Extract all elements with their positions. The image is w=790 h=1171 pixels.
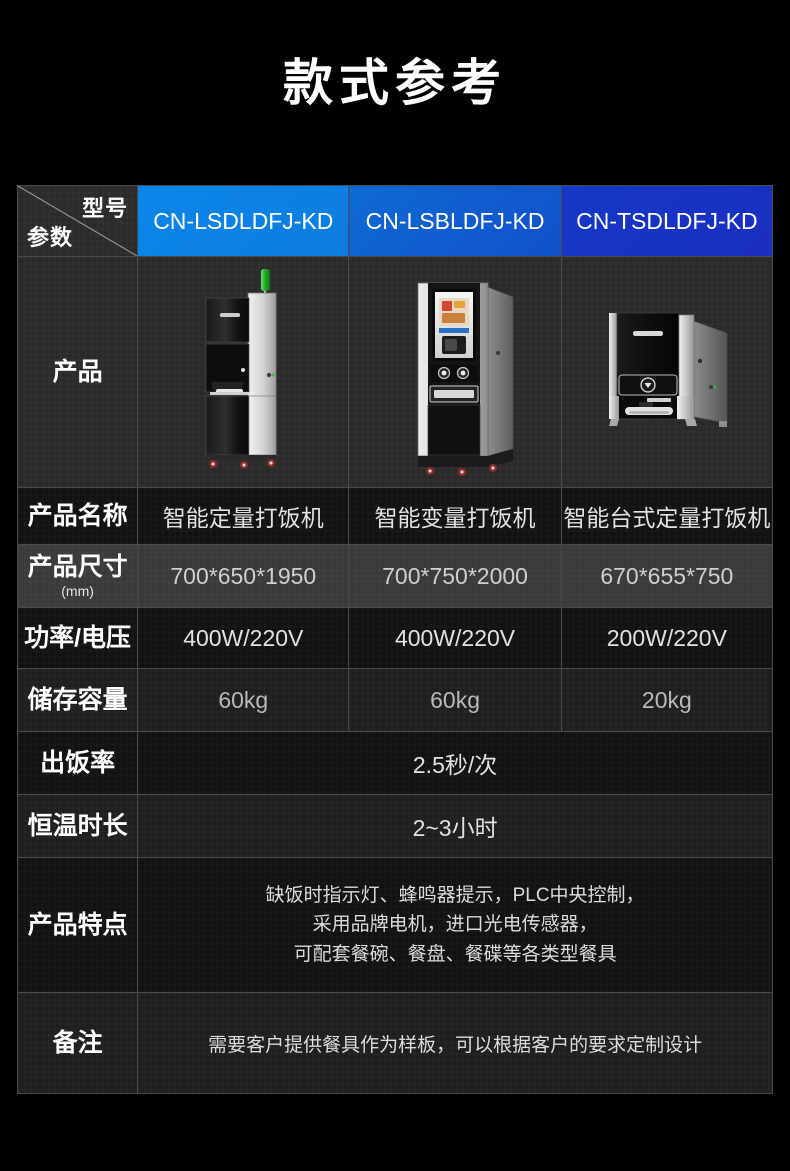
page-title: 款式参考: [283, 55, 507, 111]
row-label-product-size-unit: (mm): [61, 582, 94, 599]
row-dispense-rate: 出饭率 2.5秒/次: [16, 731, 773, 795]
row-features: 产品特点 缺饭时指示灯、蜂鸣器提示，PLC中央控制， 采用品牌电机，进口光电传感…: [16, 857, 773, 993]
header-corner-cell: 型号 参数: [16, 185, 139, 257]
cell-product-name-3: 智能台式定量打饭机: [560, 487, 774, 545]
cell-product-size-1: 700*650*1950: [137, 544, 350, 608]
cell-dispense-rate-value: 2.5秒/次: [137, 731, 773, 795]
spec-table: 型号 参数 CN-LSDLDFJ-KD CN-LSBLDFJ-KD CN-TSD…: [16, 185, 774, 1094]
row-label-remarks: 备注: [16, 992, 139, 1094]
cell-product-name-1: 智能定量打饭机: [137, 487, 350, 545]
cell-product-name-2: 智能变量打饭机: [348, 487, 562, 545]
dispenser-countertop-icon: [608, 312, 728, 427]
cell-storage-capacity-2: 60kg: [348, 668, 562, 732]
model-header-1[interactable]: CN-LSDLDFJ-KD: [137, 185, 350, 257]
product-photo-2: [348, 256, 562, 488]
row-label-storage-capacity: 储存容量: [16, 668, 139, 732]
feature-line-1: 缺饭时指示灯、蜂鸣器提示，PLC中央控制，: [265, 884, 645, 906]
product-image-row: 产品: [16, 256, 774, 488]
model-header-2[interactable]: CN-LSBLDFJ-KD: [348, 185, 562, 257]
dispenser-floor-standing-icon: [205, 268, 277, 469]
cell-warm-duration-value: 2~3小时: [137, 794, 773, 858]
row-warm-duration: 恒温时长 2~3小时: [16, 794, 773, 858]
row-label-product-size-text: 产品尺寸: [27, 553, 128, 582]
cell-power-voltage-3: 200W/220V: [560, 607, 774, 669]
product-photo-3: [560, 256, 774, 488]
row-label-product-name: 产品名称: [16, 487, 139, 545]
row-product-size: 产品尺寸 (mm) 700*650*1950 700*750*2000 670*…: [16, 544, 774, 608]
feature-line-2: 采用品牌电机，进口光电传感器，: [312, 914, 598, 936]
model-header-3[interactable]: CN-TSDLDFJ-KD: [560, 185, 774, 257]
cell-features-value: 缺饭时指示灯、蜂鸣器提示，PLC中央控制， 采用品牌电机，进口光电传感器， 可配…: [137, 857, 773, 993]
row-product-name: 产品名称 智能定量打饭机 智能变量打饭机 智能台式定量打饭机: [16, 487, 774, 545]
row-label-product-size: 产品尺寸 (mm): [16, 544, 139, 608]
row-storage-capacity: 储存容量 60kg 60kg 20kg: [16, 668, 774, 732]
header-model-label: 型号: [82, 196, 129, 221]
row-label-power-voltage: 功率/电压: [16, 607, 139, 669]
header-param-label: 参数: [27, 225, 74, 250]
row-label-dispense-rate: 出饭率: [16, 731, 139, 795]
cell-product-size-3: 670*655*750: [560, 544, 774, 608]
cell-storage-capacity-3: 20kg: [560, 668, 774, 732]
feature-line-3: 可配套餐碗、餐盘、餐碟等各类型餐具: [293, 943, 617, 965]
dispenser-kiosk-icon: [417, 282, 514, 476]
row-remarks: 备注 需要客户提供餐具作为样板，可以根据客户的要求定制设计: [16, 992, 773, 1094]
cell-storage-capacity-1: 60kg: [137, 668, 350, 732]
table-header-row: 型号 参数 CN-LSDLDFJ-KD CN-LSBLDFJ-KD CN-TSD…: [16, 185, 774, 257]
product-photo-1: [137, 256, 350, 488]
row-power-voltage: 功率/电压 400W/220V 400W/220V 200W/220V: [16, 607, 774, 669]
row-label-warm-duration: 恒温时长: [16, 794, 139, 858]
cell-product-size-2: 700*750*2000: [348, 544, 562, 608]
cell-power-voltage-1: 400W/220V: [137, 607, 350, 669]
row-label-product: 产品: [16, 256, 139, 488]
cell-power-voltage-2: 400W/220V: [348, 607, 562, 669]
spec-table-container: 型号 参数 CN-LSDLDFJ-KD CN-LSBLDFJ-KD CN-TSD…: [16, 185, 774, 1094]
cell-remarks-value: 需要客户提供餐具作为样板，可以根据客户的要求定制设计: [137, 992, 773, 1094]
row-label-features: 产品特点: [16, 857, 139, 993]
